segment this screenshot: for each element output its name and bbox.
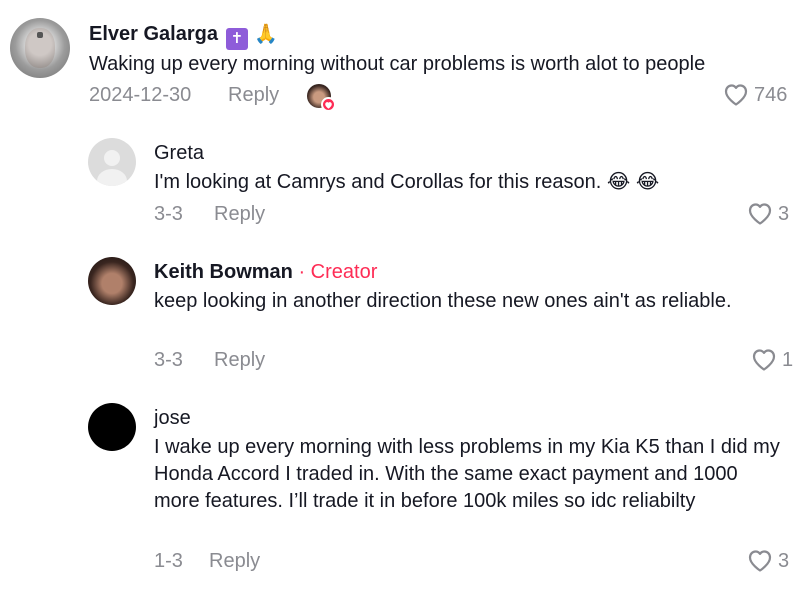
avatar[interactable] <box>88 257 136 305</box>
avatar[interactable] <box>88 138 136 186</box>
reply-button[interactable]: Reply <box>228 84 279 107</box>
avatar-mark <box>37 32 43 38</box>
heart-icon[interactable] <box>747 202 773 226</box>
reply-button[interactable]: Reply <box>214 203 265 226</box>
comment-author[interactable]: Elver Galarga ✝ 🙏 <box>89 22 278 50</box>
heart-icon[interactable] <box>747 549 773 573</box>
comment-date: 1-3 <box>154 550 183 572</box>
author-name: Keith Bowman <box>154 261 293 283</box>
heart-icon[interactable] <box>723 83 749 107</box>
heart-icon[interactable] <box>751 348 777 372</box>
reply-button[interactable]: Reply <box>214 349 265 372</box>
avatar[interactable] <box>10 18 70 78</box>
comment-date: 2024-12-30 <box>89 84 192 106</box>
reply-button[interactable]: Reply <box>209 550 260 573</box>
cross-emoji-icon: ✝ <box>225 28 248 50</box>
comment-author[interactable]: Keith Bowman · Creator <box>154 261 377 284</box>
comment-text: I'm looking at Camrys and Corollas for t… <box>154 171 660 193</box>
like-count: 3 <box>778 550 790 572</box>
like-count: 1 <box>782 349 794 371</box>
creator-tag: · Creator <box>298 261 378 283</box>
avatar-placeholder-body <box>97 169 127 186</box>
comment-author[interactable]: jose <box>154 407 191 430</box>
comment-text: Waking up every morning without car prob… <box>89 53 706 75</box>
comment-text: I wake up every morning with less proble… <box>154 436 780 512</box>
like-count: 746 <box>754 84 788 106</box>
praying-hands-emoji-icon: 🙏 <box>253 24 278 45</box>
comment-text: keep looking in another direction these … <box>154 290 732 312</box>
avatar-placeholder-head <box>104 150 120 166</box>
comment-author[interactable]: Greta <box>154 142 204 165</box>
like-count: 3 <box>778 203 790 225</box>
avatar[interactable] <box>88 403 136 451</box>
comment-date: 3-3 <box>154 349 183 371</box>
creator-heart-icon <box>321 97 336 112</box>
comment-date: 3-3 <box>154 203 183 225</box>
author-name: Elver Galarga <box>89 23 218 45</box>
